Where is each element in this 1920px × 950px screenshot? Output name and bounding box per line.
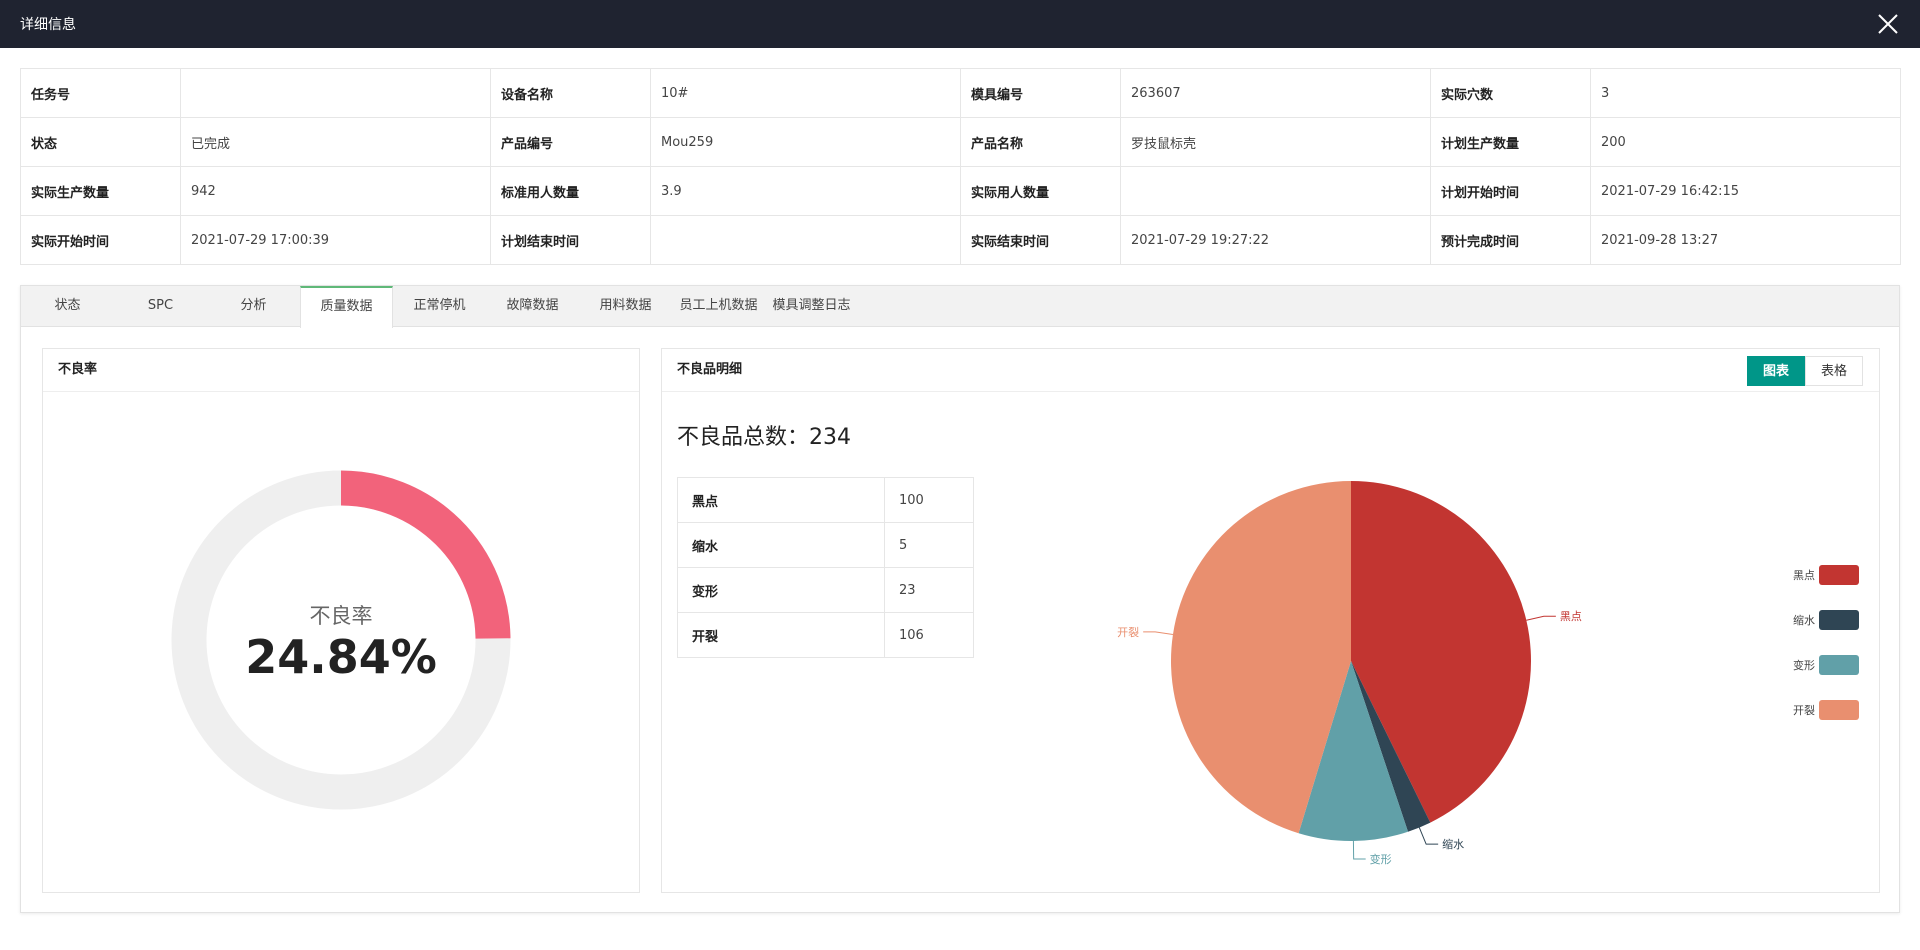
detail-panel: 状态 SPC 分析 质量数据 正常停机 故障数据 用料数据 员工上机数据 模具调整日志 不良率 … (20, 285, 1900, 913)
tab-7[interactable]: 员工上机数据 (672, 286, 765, 327)
info-value: 200 (1590, 117, 1901, 167)
info-value: 2021-09-28 13:27 (1590, 215, 1901, 265)
info-value: 2021-07-29 19:27:22 (1120, 215, 1431, 265)
legend-item-0[interactable]: 黑点 (1793, 564, 1859, 586)
pie-label-3: 开裂 (1117, 626, 1139, 639)
info-label: 实际穴数 (1430, 68, 1591, 118)
info-value: 已完成 (180, 117, 491, 167)
tab-2[interactable]: 分析 (207, 286, 300, 327)
tab-8[interactable]: 模具调整日志 (765, 286, 858, 327)
info-label: 计划生产数量 (1430, 117, 1591, 167)
legend-item-2[interactable]: 变形 (1793, 654, 1859, 676)
legend-swatch (1819, 610, 1859, 630)
table-view-button[interactable]: 表格 (1804, 356, 1863, 386)
tab-1[interactable]: SPC (114, 286, 207, 327)
pie-label-line-2 (1352, 840, 1366, 860)
tab-6[interactable]: 用料数据 (579, 286, 672, 327)
info-value: 3 (1590, 68, 1901, 118)
tab-0[interactable]: 状态 (21, 286, 114, 327)
info-label: 实际用人数量 (960, 166, 1121, 216)
info-value: 942 (180, 166, 491, 216)
pie-label-0: 黑点 (1560, 610, 1582, 623)
info-label: 状态 (20, 117, 181, 167)
info-label: 产品名称 (960, 117, 1121, 167)
info-label: 实际开始时间 (20, 215, 181, 265)
info-label: 模具编号 (960, 68, 1121, 118)
legend-swatch (1819, 700, 1859, 720)
info-label: 实际生产数量 (20, 166, 181, 216)
info-row: 实际生产数量 942 标准用人数量 3.9 实际用人数量 计划开始时间 2021-07-29… (20, 166, 1901, 216)
chart-view-button[interactable]: 图表 (1746, 356, 1805, 386)
tab-3[interactable]: 质量数据 (300, 286, 393, 328)
legend-label: 变形 (1793, 659, 1815, 672)
info-value (1120, 166, 1431, 216)
info-value (180, 68, 491, 118)
info-label: 任务号 (20, 68, 181, 118)
gauge-value: 24.84% (245, 630, 437, 684)
tab-bar: 状态 SPC 分析 质量数据 正常停机 故障数据 用料数据 员工上机数据 模具调整日志 (21, 286, 1899, 328)
info-value (650, 215, 961, 265)
pie-label-1: 缩水 (1442, 838, 1464, 851)
defect-rate-card-title: 不良率 (43, 349, 639, 392)
legend-item-3[interactable]: 开裂 (1793, 699, 1859, 721)
task-info-table: 任务号 设备名称 10# 模具编号 263607 实际穴数 3 状态 已完成 产品编号 Mou259… (20, 68, 1901, 265)
pie-label-2: 变形 (1370, 852, 1392, 866)
view-toggle: 图表 表格 (1746, 356, 1863, 386)
defect-detail-card-title: 不良品明细 (662, 349, 1879, 392)
pie-label-line-1 (1418, 827, 1439, 845)
tab-5[interactable]: 故障数据 (486, 286, 579, 327)
info-label: 设备名称 (490, 68, 651, 118)
info-value: 263607 (1120, 68, 1431, 118)
legend-label: 黑点 (1793, 569, 1815, 582)
info-value: 3.9 (650, 166, 961, 216)
defect-rate-gauge: 不良率 24.84% (171, 470, 511, 810)
info-value: 2021-07-29 17:00:39 (180, 215, 491, 265)
info-label: 计划结束时间 (490, 215, 651, 265)
info-value: 2021-07-29 16:42:15 (1590, 166, 1901, 216)
defect-pie-chart: 黑点缩水变形 开裂 (1117, 481, 1582, 866)
info-label: 预计完成时间 (1430, 215, 1591, 265)
gauge-label: 不良率 (310, 604, 373, 628)
legend-swatch (1819, 655, 1859, 675)
close-icon (1878, 14, 1898, 34)
info-row: 实际开始时间 2021-07-29 17:00:39 计划结束时间 实际结束时间 202… (20, 215, 1901, 265)
legend-item-1[interactable]: 缩水 (1793, 609, 1859, 631)
defect-rate-card: 不良率 不良率 24.84% (42, 348, 640, 893)
info-label: 产品编号 (490, 117, 651, 167)
window-title: 详细信息 (20, 17, 76, 33)
info-label: 标准用人数量 (490, 166, 651, 216)
info-value: 10# (650, 68, 961, 118)
info-row: 任务号 设备名称 10# 模具编号 263607 实际穴数 3 (20, 68, 1901, 118)
info-value: 罗技鼠标壳 (1120, 117, 1431, 167)
legend-label: 缩水 (1793, 614, 1815, 627)
defect-detail-card: 不良品明细 图表 表格 不良品总数：234 黑点 100 缩水 5 变形 23 开裂 106 … (661, 348, 1880, 893)
info-label: 实际结束时间 (960, 215, 1121, 265)
info-row: 状态 已完成 产品编号 Mou259 产品名称 罗技鼠标壳 计划生产数量 200 (20, 117, 1901, 167)
legend-label: 开裂 (1793, 704, 1815, 717)
tab-4[interactable]: 正常停机 (393, 286, 486, 327)
pie-legend: 黑点 缩水 变形 开裂 (1793, 564, 1859, 744)
info-value: Mou259 (650, 117, 961, 167)
info-label: 计划开始时间 (1430, 166, 1591, 216)
legend-swatch (1819, 565, 1859, 585)
close-button[interactable] (1874, 10, 1902, 38)
pie-label-line-3 (1143, 631, 1174, 636)
title-bar: 详细信息 (0, 0, 1920, 48)
pie-label-line-0 (1526, 615, 1556, 621)
